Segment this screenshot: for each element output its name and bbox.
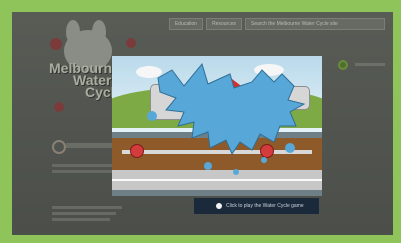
nav-tab-resources[interactable]: Resources [206, 18, 242, 30]
video-caption-bar[interactable]: Click to play the Water Cycle game [194, 198, 319, 214]
section-badge [52, 140, 66, 154]
nav-tab-education[interactable]: Education [168, 18, 204, 30]
site-search-input[interactable]: Search the Melbourne Water Cycle site [245, 18, 385, 30]
top-nav: Education Resources Search the Melbourne… [168, 18, 385, 30]
video-caption-text: Click to play the Water Cycle game [226, 203, 304, 209]
logo-flower-dot [50, 38, 62, 50]
right-text-line [355, 63, 385, 66]
text-line [52, 206, 122, 209]
right-bullet-icon [338, 60, 348, 70]
water-splash-icon [147, 62, 306, 175]
text-line [52, 170, 112, 173]
play-dot-icon [216, 203, 222, 209]
logo-flower-dot [54, 102, 64, 112]
video-modal[interactable] [112, 56, 322, 196]
text-line [52, 218, 110, 221]
text-line [52, 212, 116, 215]
logo-flower-dot [126, 38, 136, 48]
